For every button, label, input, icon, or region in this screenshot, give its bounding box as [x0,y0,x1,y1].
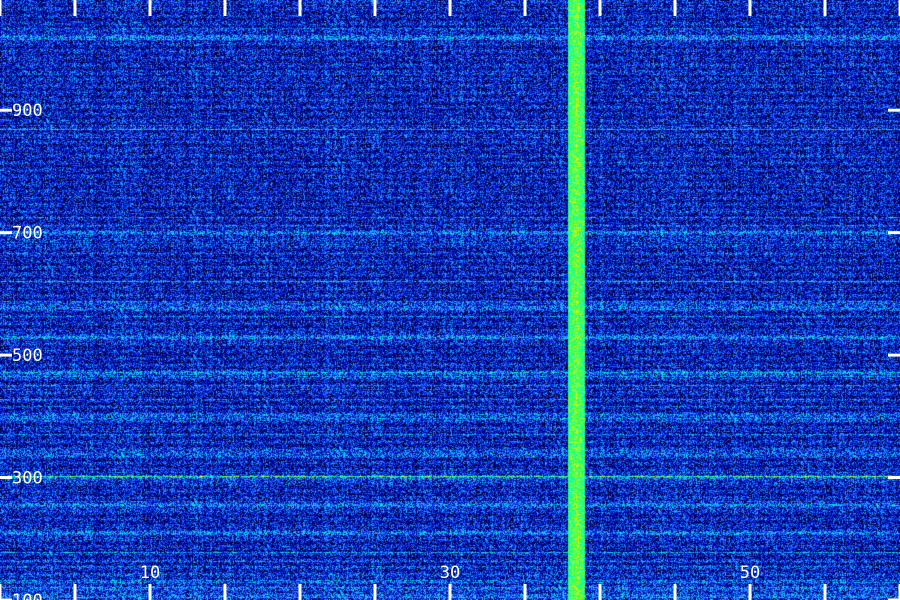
y-tick-label-500: 500 [12,346,43,366]
y-axis-labels: 900 700 500 300 100 [12,101,43,600]
y-tick-label-700: 700 [12,224,43,244]
x-axis-ticks [0,0,900,600]
y-tick-label-900: 900 [12,101,43,121]
x-tick-label-10: 10 [140,563,160,583]
y-tick-label-100: 100 [12,591,43,600]
spectrogram-view: 10 30 50 900 700 500 300 100 [0,0,900,600]
y-tick-label-300: 300 [12,469,43,489]
x-axis-labels: 10 30 50 [140,563,760,583]
x-tick-label-30: 30 [440,563,460,583]
x-tick-label-50: 50 [740,563,760,583]
y-axis-ticks [0,108,900,600]
axis-overlay: 10 30 50 900 700 500 300 100 [0,0,900,600]
